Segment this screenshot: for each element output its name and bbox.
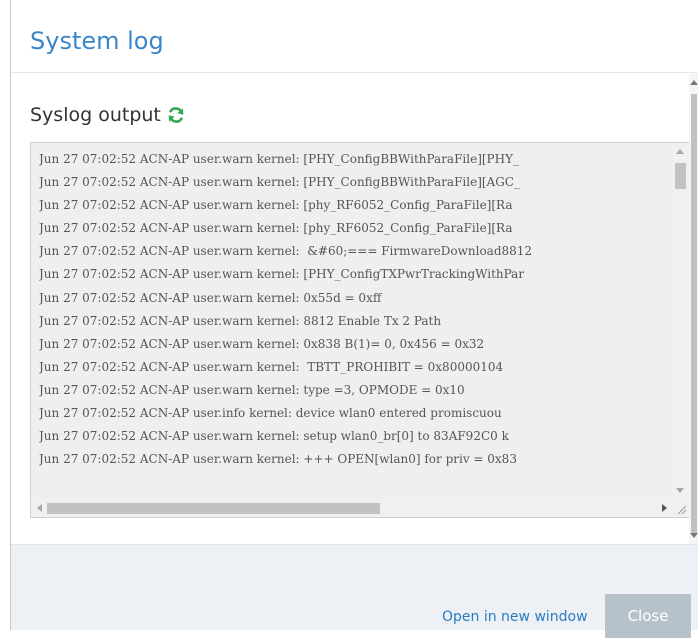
resize-grip-icon[interactable]: [671, 499, 689, 517]
scroll-right-arrow-icon[interactable]: [662, 504, 667, 512]
syslog-heading: Syslog output: [30, 102, 186, 128]
dialog-body: Syslog output Jun 27 07:02:52 ACN-AP use…: [11, 74, 698, 544]
system-log-dialog: System log Syslog output Jun 27 07:02:52…: [10, 0, 698, 638]
refresh-icon[interactable]: [166, 105, 186, 125]
log-line: Jun 27 07:02:52 ACN-AP user.warn kernel:…: [39, 175, 520, 190]
log-lines: Jun 27 07:02:52 ACN-AP user.warn kernel:…: [39, 148, 667, 488]
log-line: Jun 27 07:02:52 ACN-AP user.warn kernel:…: [39, 244, 533, 259]
scroll-up-arrow-icon[interactable]: [676, 149, 684, 154]
log-line: Jun 27 07:02:52 ACN-AP user.warn kernel:…: [39, 152, 520, 166]
log-line: Jun 27 07:02:52 ACN-AP user.warn kernel:…: [39, 290, 382, 305]
open-in-new-window-link[interactable]: Open in new window: [442, 609, 588, 625]
dialog-scrollbar[interactable]: [689, 74, 698, 544]
close-button[interactable]: Close: [605, 594, 691, 638]
log-line: Jun 27 07:02:52 ACN-AP user.warn kernel:…: [39, 429, 509, 444]
log-line: Jun 27 07:02:52 ACN-AP user.warn kernel:…: [39, 359, 504, 374]
log-horizontal-scrollbar[interactable]: [31, 499, 673, 517]
scroll-down-arrow-icon[interactable]: [676, 488, 684, 493]
dialog-footer: Open in new window Close: [11, 544, 698, 638]
log-line: Jun 27 07:02:52 ACN-AP user.warn kernel:…: [39, 198, 513, 213]
log-line: Jun 27 07:02:52 ACN-AP user.warn kernel:…: [39, 452, 517, 467]
dialog-scroll-up-icon[interactable]: [690, 80, 698, 85]
dialog-scroll-down-icon[interactable]: [690, 533, 698, 538]
log-vertical-scrollbar[interactable]: [671, 143, 689, 499]
log-line: Jun 27 07:02:52 ACN-AP user.warn kernel:…: [39, 221, 513, 236]
log-line: Jun 27 07:02:52 ACN-AP user.warn kernel:…: [39, 267, 525, 282]
log-line: Jun 27 07:02:52 ACN-AP user.warn kernel:…: [39, 336, 485, 351]
log-line: Jun 27 07:02:52 ACN-AP user.warn kernel:…: [39, 313, 442, 328]
dialog-header: System log: [11, 0, 698, 73]
syslog-heading-label: Syslog output: [30, 104, 161, 126]
dialog-scroll-thumb[interactable]: [691, 94, 697, 534]
dialog-title: System log: [30, 27, 164, 55]
vertical-scroll-thumb[interactable]: [675, 163, 686, 189]
log-line: Jun 27 07:02:52 ACN-AP user.info kernel:…: [39, 406, 502, 421]
syslog-output-textarea[interactable]: Jun 27 07:02:52 ACN-AP user.warn kernel:…: [30, 142, 690, 518]
log-line: Jun 27 07:02:52 ACN-AP user.warn kernel:…: [39, 382, 465, 397]
horizontal-scroll-thumb[interactable]: [47, 503, 380, 514]
scroll-left-arrow-icon[interactable]: [37, 504, 42, 512]
